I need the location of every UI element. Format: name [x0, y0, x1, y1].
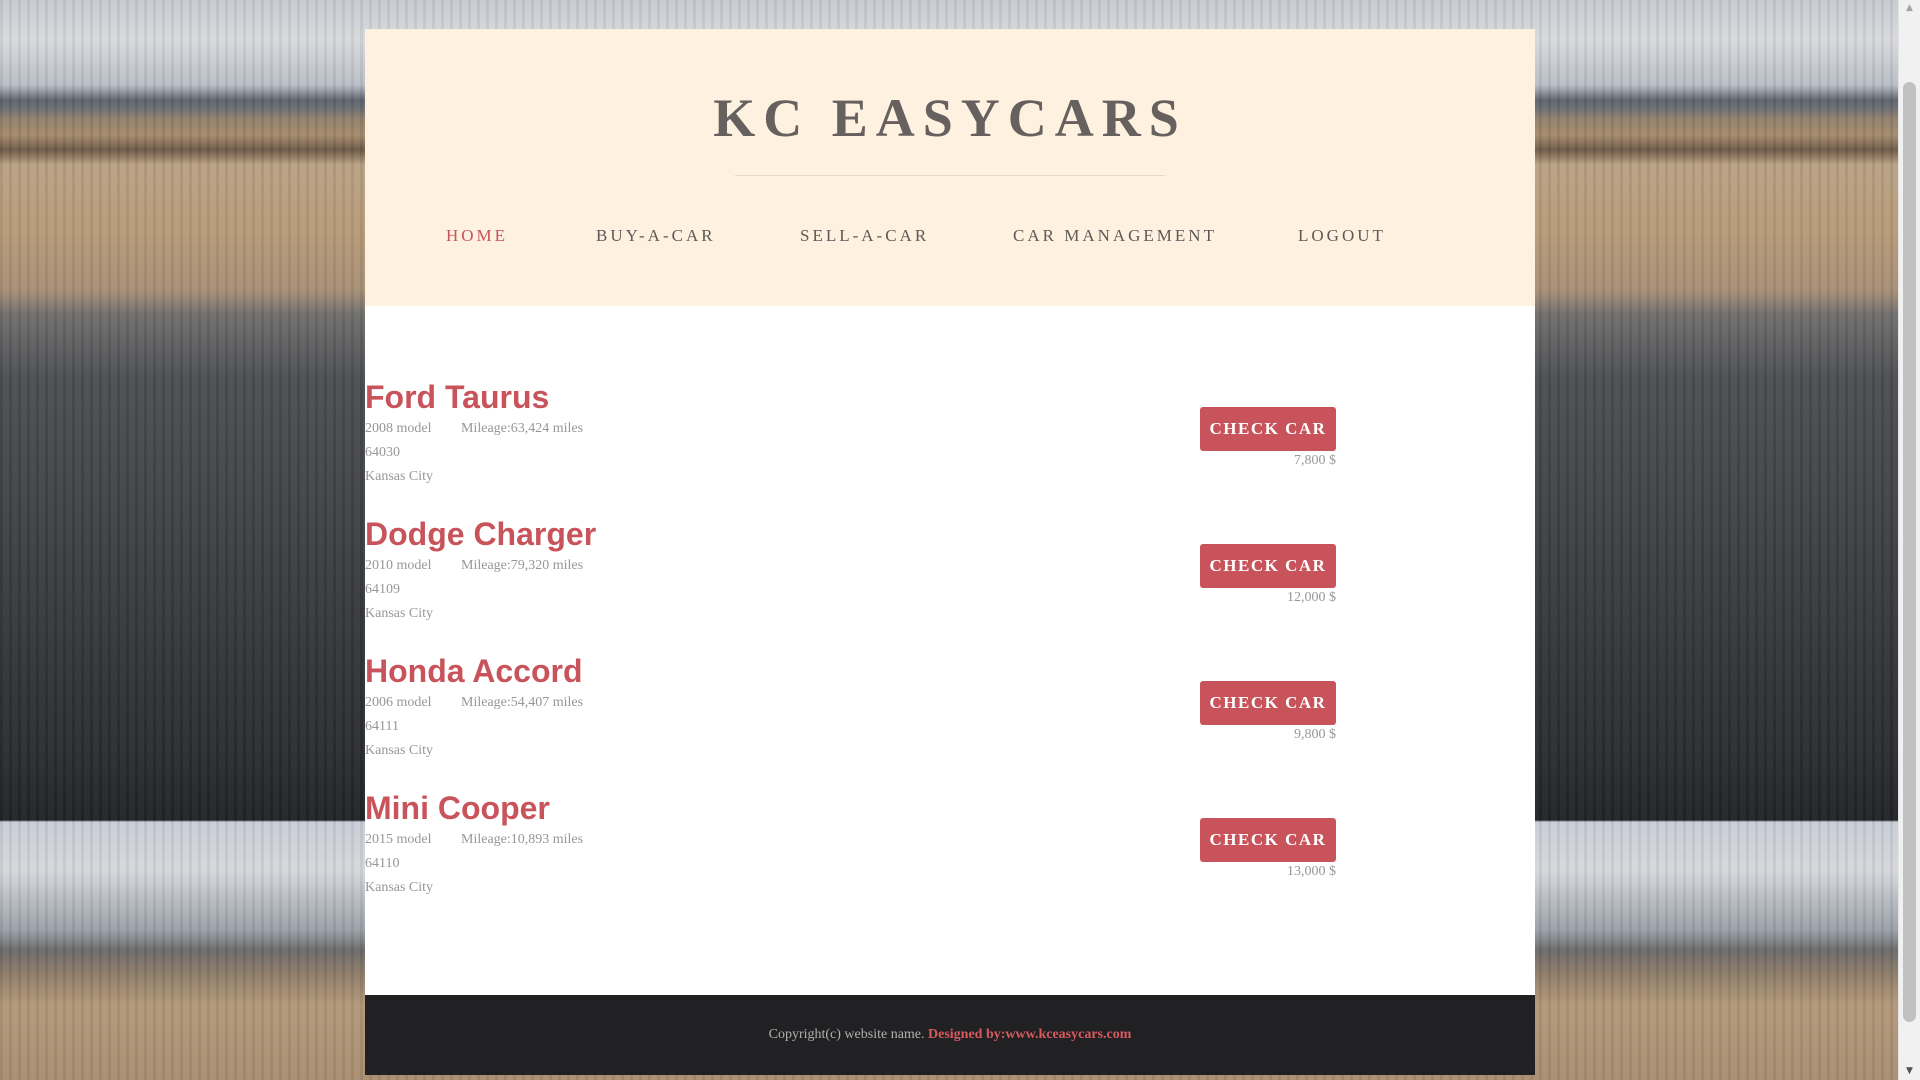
car-zip: 64109	[365, 582, 400, 597]
car-listing: Honda Accord 2006 model Mileage:54,407 m…	[365, 653, 1535, 783]
car-model-year: 2015 model	[365, 832, 432, 847]
car-listing: Ford Taurus 2008 model Mileage:63,424 mi…	[365, 379, 1535, 509]
car-city: Kansas City	[365, 469, 434, 484]
car-price: 9,800 $	[1294, 727, 1336, 742]
page-container: KC EASYCARS HOME BUY-A-CAR SELL-A-CAR CA…	[365, 29, 1535, 1075]
car-price: 13,000 $	[1287, 864, 1336, 879]
car-name[interactable]: Dodge Charger	[365, 516, 596, 553]
car-city: Kansas City	[365, 606, 434, 621]
title-divider	[735, 175, 1165, 176]
car-zip: 64111	[365, 719, 399, 734]
car-name[interactable]: Mini Cooper	[365, 790, 550, 827]
car-city: Kansas City	[365, 880, 434, 895]
check-car-button[interactable]: CHECK CAR	[1200, 407, 1336, 451]
car-price: 7,800 $	[1294, 453, 1336, 468]
car-listing: Dodge Charger 2010 model Mileage:79,320 …	[365, 516, 1535, 646]
footer-copyright: Copyright(c) website name.	[768, 1027, 929, 1042]
car-model-year: 2006 model	[365, 695, 432, 710]
main-nav: HOME BUY-A-CAR SELL-A-CAR CAR MANAGEMENT…	[365, 226, 1535, 256]
site-header: KC EASYCARS HOME BUY-A-CAR SELL-A-CAR CA…	[365, 29, 1535, 306]
car-zip: 64110	[365, 856, 400, 871]
nav-sell-a-car[interactable]: SELL-A-CAR	[800, 226, 929, 246]
car-mileage: Mileage:10,893 miles	[461, 832, 584, 847]
site-footer: Copyright(c) website name. Designed by:w…	[365, 995, 1535, 1075]
car-name[interactable]: Honda Accord	[365, 653, 583, 690]
car-mileage: Mileage:54,407 miles	[461, 695, 584, 710]
site-title: KC EASYCARS	[713, 88, 1187, 148]
scroll-down-arrow-icon[interactable]: ▼	[1899, 1063, 1920, 1080]
page-background: KC EASYCARS HOME BUY-A-CAR SELL-A-CAR CA…	[0, 0, 1898, 1080]
footer-text: Copyright(c) website name. Designed by:w…	[365, 1027, 1535, 1043]
car-price: 12,000 $	[1287, 590, 1336, 605]
scroll-up-arrow-icon[interactable]: ▲	[1899, 0, 1920, 17]
car-listing: Mini Cooper 2015 model Mileage:10,893 mi…	[365, 790, 1535, 920]
check-car-button[interactable]: CHECK CAR	[1200, 544, 1336, 588]
car-city: Kansas City	[365, 743, 434, 758]
nav-home[interactable]: HOME	[446, 226, 508, 246]
check-car-button[interactable]: CHECK CAR	[1200, 681, 1336, 725]
car-zip: 64030	[365, 445, 400, 460]
car-mileage: Mileage:79,320 miles	[461, 558, 584, 573]
check-car-button[interactable]: CHECK CAR	[1200, 818, 1336, 862]
footer-credit-link[interactable]: Designed by:www.kceasycars.com	[928, 1027, 1131, 1042]
car-model-year: 2008 model	[365, 421, 432, 436]
car-mileage: Mileage:63,424 miles	[461, 421, 584, 436]
car-name[interactable]: Ford Taurus	[365, 379, 549, 416]
page-scrollbar[interactable]: ▲ ▼	[1898, 0, 1920, 1080]
car-model-year: 2010 model	[365, 558, 432, 573]
nav-logout[interactable]: LOGOUT	[1298, 226, 1386, 246]
scroll-thumb[interactable]	[1903, 82, 1916, 1022]
nav-car-management[interactable]: CAR MANAGEMENT	[1013, 226, 1217, 246]
nav-buy-a-car[interactable]: BUY-A-CAR	[596, 226, 716, 246]
